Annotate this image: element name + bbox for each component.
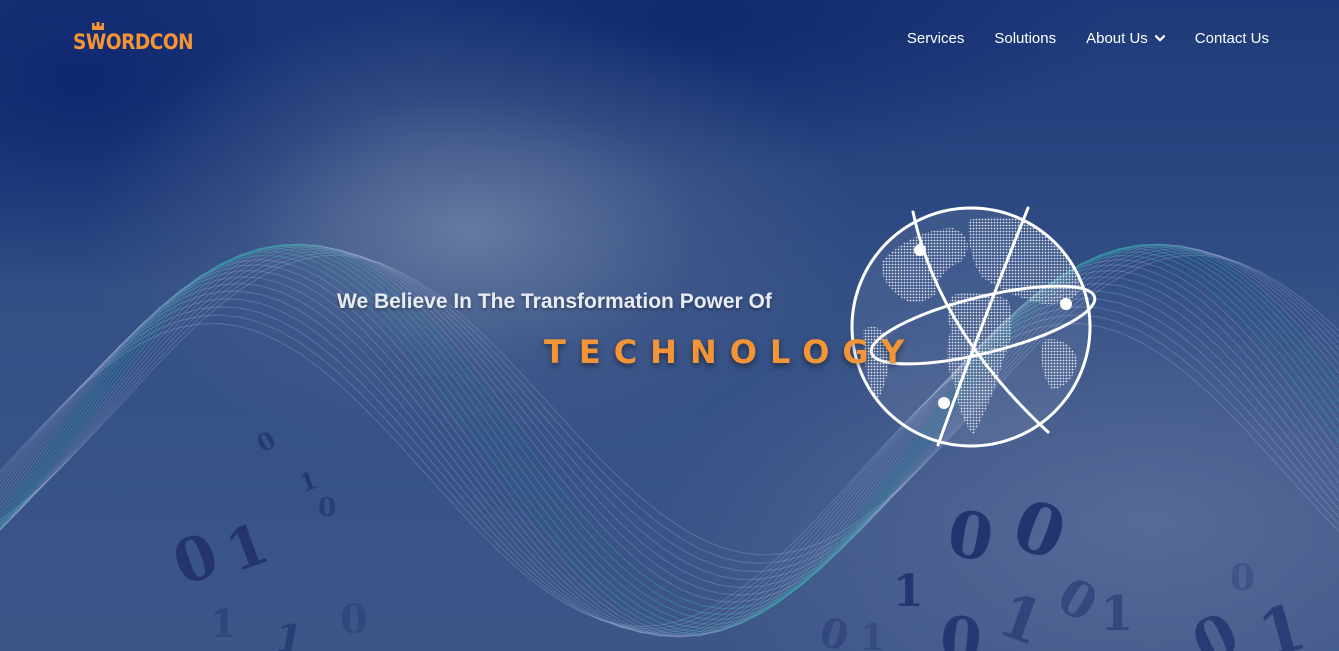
chevron-down-icon	[1154, 35, 1165, 42]
binary-digits-decoration: 01010100101010101001	[0, 0, 1339, 651]
binary-digit: 0	[251, 424, 281, 459]
nav-item-label: Solutions	[994, 30, 1057, 47]
binary-digit: 1	[989, 579, 1053, 651]
brand-name: SWORDCON	[73, 30, 194, 54]
binary-digit: 1	[271, 613, 307, 651]
binary-digit: 1	[860, 617, 886, 651]
binary-digit: 1	[217, 510, 278, 586]
binary-digit: 1	[893, 566, 924, 617]
hero-headline: TECHNOLOGY	[544, 333, 918, 371]
nav-item-about-us[interactable]: About Us	[1086, 30, 1165, 47]
nav-item-label: Services	[906, 30, 965, 47]
binary-digit: 1	[295, 465, 321, 499]
binary-digit: 0	[937, 603, 985, 651]
binary-digit: 0	[814, 608, 854, 651]
binary-digit: 0	[1047, 565, 1108, 634]
nav-item-services[interactable]: Services	[907, 30, 965, 47]
binary-digit: 1	[210, 601, 237, 646]
nav-item-label: Contact Us	[1194, 30, 1269, 47]
binary-digit: 0	[1002, 482, 1077, 577]
binary-digit: 0	[941, 495, 999, 578]
binary-digit: 1	[1250, 589, 1314, 651]
brand-logo[interactable]: SWORDCON	[73, 22, 194, 56]
binary-digit: 0	[164, 519, 228, 601]
binary-digit: 0	[1182, 599, 1250, 651]
binary-digit: 0	[340, 596, 368, 643]
nav-item-contact-us[interactable]: Contact Us	[1195, 30, 1269, 47]
globe-icon	[850, 206, 1097, 448]
binary-digit: 1	[1100, 586, 1134, 642]
nav-item-solutions[interactable]: Solutions	[994, 30, 1056, 47]
nav-item-label: About Us	[1086, 30, 1148, 47]
main-navigation: Services Solutions About Us Contact Us	[907, 30, 1269, 47]
hero-tagline: We Believe In The Transformation Power O…	[337, 290, 772, 313]
binary-digit: 0	[1230, 557, 1256, 599]
crown-icon	[92, 22, 104, 30]
binary-digit: 0	[318, 493, 337, 523]
